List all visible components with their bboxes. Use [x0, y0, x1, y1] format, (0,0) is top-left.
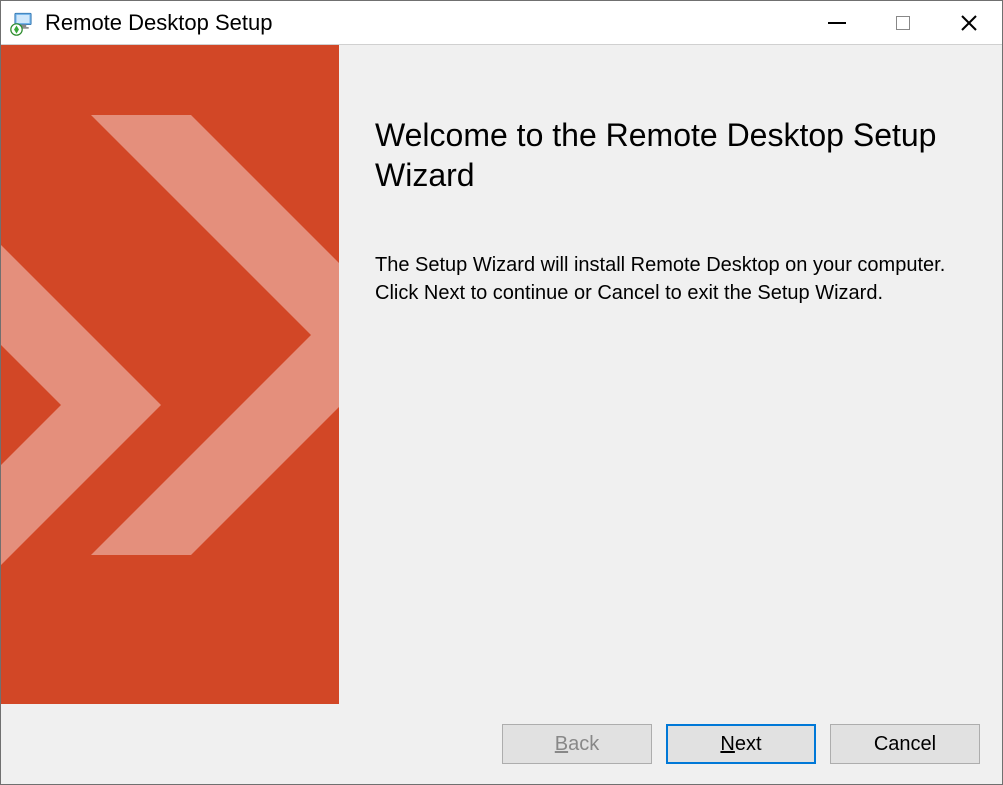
minimize-button[interactable] — [804, 1, 870, 45]
next-button[interactable]: Next — [666, 724, 816, 764]
minimize-icon — [828, 22, 846, 24]
cancel-button-label: Cancel — [874, 733, 936, 756]
maximize-icon — [896, 16, 910, 30]
back-button-rest: ack — [568, 733, 599, 755]
content-area: Welcome to the Remote Desktop Setup Wiza… — [1, 45, 1002, 704]
footer-button-bar: Back Next Cancel — [1, 704, 1002, 784]
setup-wizard-window: Remote Desktop Setup Welcome t — [0, 0, 1003, 785]
banner-graphic — [1, 45, 339, 704]
main-panel: Welcome to the Remote Desktop Setup Wiza… — [339, 45, 1002, 704]
cancel-button[interactable]: Cancel — [830, 724, 980, 764]
back-button: Back — [502, 724, 652, 764]
close-icon — [960, 14, 978, 32]
next-button-rest: ext — [735, 733, 762, 755]
close-button[interactable] — [936, 1, 1002, 45]
wizard-heading: Welcome to the Remote Desktop Setup Wiza… — [375, 115, 962, 195]
window-title: Remote Desktop Setup — [45, 10, 272, 36]
installer-icon — [9, 9, 37, 37]
wizard-body-text: The Setup Wizard will install Remote Des… — [375, 251, 955, 307]
titlebar: Remote Desktop Setup — [1, 1, 1002, 45]
maximize-button[interactable] — [870, 1, 936, 45]
